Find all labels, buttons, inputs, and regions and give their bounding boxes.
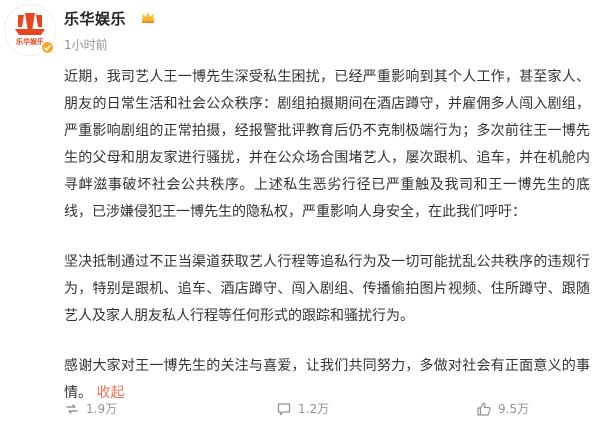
post-body: 近期，我司艺人王一博先生深受私生困扰，已经严重影响到其个人工作，甚至家人、朋友的…: [64, 64, 590, 407]
post-header: 乐华娱乐 乐华娱乐 1小时前: [0, 0, 600, 60]
repost-button[interactable]: 1.9万: [64, 400, 117, 417]
comment-button[interactable]: 1.2万: [276, 400, 329, 417]
like-icon: [477, 402, 491, 416]
verified-badge-icon: [40, 40, 55, 55]
post-paragraph-1: 近期，我司艺人王一博先生深受私生困扰，已经严重影响到其个人工作，甚至家人、朋友的…: [64, 69, 590, 220]
like-count: 9.5万: [498, 402, 530, 416]
comment-icon: [277, 402, 291, 415]
crown-icon[interactable]: [140, 9, 156, 25]
repost-icon: [66, 403, 78, 414]
comment-count: 1.2万: [298, 402, 330, 416]
like-button[interactable]: 9.5万: [476, 400, 529, 417]
post-paragraph-2: 坚决抵制通过不正当渠道获取艺人行程等追私行为及一切可能扰乱公共秩序的违规行为，特…: [64, 254, 590, 324]
repost-count: 1.9万: [86, 402, 118, 416]
account-name[interactable]: 乐华娱乐: [64, 8, 126, 29]
post-paragraph-3-text: 感谢大家对王一博先生的关注与喜爱，让我们共同努力，多做对社会有正面意义的事情。: [64, 358, 590, 401]
post-actions-bar: 1.9万 1.2万 9.5万: [64, 396, 590, 426]
post-timestamp[interactable]: 1小时前: [64, 36, 108, 53]
